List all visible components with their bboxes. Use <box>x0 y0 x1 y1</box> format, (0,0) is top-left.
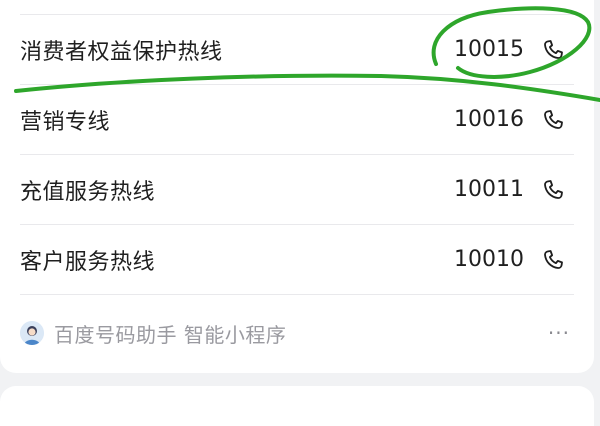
hotline-row-marketing[interactable]: 营销专线 10016 <box>20 85 574 155</box>
source-footer[interactable]: 百度号码助手 智能小程序 ··· <box>20 313 570 353</box>
hotline-number[interactable]: 10011 <box>454 177 524 202</box>
hotline-label: 充值服务热线 <box>20 179 156 205</box>
hotline-label: 营销专线 <box>20 109 111 135</box>
hotline-row-consumer-rights[interactable]: 消费者权益保护热线 10015 <box>20 15 574 85</box>
hotline-row-customer-service[interactable]: 客户服务热线 10010 <box>20 225 574 295</box>
hotline-label: 客户服务热线 <box>20 249 156 275</box>
hotline-row-recharge[interactable]: 充值服务热线 10011 <box>20 155 574 225</box>
assistant-avatar-icon <box>20 321 44 345</box>
more-options-icon[interactable]: ··· <box>548 323 570 343</box>
hotline-card: 消费者权益保护热线 10015 营销专线 10016 充值服务热线 10011 … <box>0 0 594 373</box>
phone-icon[interactable] <box>540 247 566 273</box>
hotline-number[interactable]: 10010 <box>454 247 524 272</box>
next-card <box>0 386 594 426</box>
hotline-number[interactable]: 10015 <box>454 37 524 62</box>
phone-icon[interactable] <box>540 37 566 63</box>
phone-icon[interactable] <box>540 107 566 133</box>
phone-icon[interactable] <box>540 177 566 203</box>
source-label[interactable]: 百度号码助手 智能小程序 <box>54 319 286 348</box>
hotline-number[interactable]: 10016 <box>454 107 524 132</box>
hotline-label: 消费者权益保护热线 <box>20 39 223 65</box>
